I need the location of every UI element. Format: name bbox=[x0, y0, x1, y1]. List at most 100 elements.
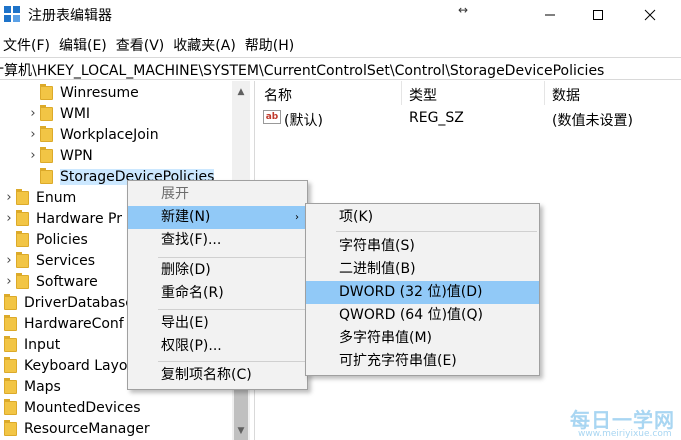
submenu-item-multi-string-value[interactable]: 多字符串值(M) bbox=[306, 327, 539, 350]
context-item-export[interactable]: 导出(E) bbox=[128, 312, 307, 335]
context-item-copy-key-name[interactable]: 复制项名称(C) bbox=[128, 364, 307, 387]
tree-item-label: Keyboard Layo bbox=[24, 357, 128, 374]
watermark-url: www.meiriyixue.com bbox=[578, 429, 672, 439]
context-item-delete[interactable]: 删除(D) bbox=[128, 259, 307, 282]
submenu-item-dword-value[interactable]: DWORD (32 位)值(D) bbox=[306, 281, 539, 304]
context-item-expand[interactable]: 展开 bbox=[128, 183, 307, 206]
context-item-rename[interactable]: 重命名(R) bbox=[128, 282, 307, 305]
regedit-app-icon bbox=[4, 6, 20, 22]
chevron-right-icon[interactable]: › bbox=[26, 148, 40, 163]
string-value-icon: ab bbox=[263, 110, 281, 124]
tree-item-enum[interactable]: › Enum bbox=[2, 187, 76, 208]
folder-icon bbox=[4, 314, 17, 331]
menu-edit[interactable]: 编辑(E) bbox=[56, 32, 113, 56]
folder-icon bbox=[16, 251, 29, 268]
new-submenu: 项(K) 字符串值(S) 二进制值(B) DWORD (32 位)值(D) QW… bbox=[305, 203, 540, 376]
tree-item-label: Input bbox=[24, 336, 61, 353]
folder-icon bbox=[40, 167, 53, 184]
tree-item-label: WMI bbox=[60, 105, 91, 122]
menu-help[interactable]: 帮助(H) bbox=[242, 32, 300, 56]
folder-icon bbox=[4, 377, 17, 394]
folder-icon bbox=[40, 83, 53, 100]
menu-separator bbox=[336, 231, 537, 232]
chevron-right-icon[interactable]: › bbox=[2, 253, 16, 268]
tree-item-maps[interactable]: Maps bbox=[0, 376, 61, 397]
tree-item-label: ResourceManager bbox=[24, 420, 150, 437]
column-divider[interactable] bbox=[401, 81, 402, 105]
submenu-item-key[interactable]: 项(K) bbox=[306, 206, 539, 229]
folder-icon bbox=[16, 188, 29, 205]
tree-item-label: WPN bbox=[60, 147, 93, 164]
site-watermark: 每日一学网 www.meiriyixue.com bbox=[570, 404, 678, 439]
menu-separator bbox=[158, 361, 305, 362]
tree-item-label: Enum bbox=[36, 189, 77, 206]
tree-item-label: Winresume bbox=[60, 84, 139, 101]
title-bar: 注册表编辑器 ↔ bbox=[0, 0, 681, 30]
column-header-data[interactable]: 数据 bbox=[552, 85, 580, 105]
folder-icon bbox=[4, 398, 17, 415]
close-icon bbox=[644, 9, 656, 21]
address-bar[interactable]: 计算机\HKEY_LOCAL_MACHINE\SYSTEM\CurrentCon… bbox=[0, 57, 681, 80]
chevron-right-icon[interactable]: › bbox=[2, 190, 16, 205]
tree-item-wpn[interactable]: › WPN bbox=[26, 145, 93, 166]
tree-item-services[interactable]: › Services bbox=[2, 250, 95, 271]
chevron-right-icon[interactable]: › bbox=[26, 127, 40, 142]
tree-item-label: Software bbox=[36, 273, 98, 290]
folder-icon bbox=[16, 230, 29, 247]
tree-item-driverdatabase[interactable]: DriverDatabase bbox=[0, 292, 134, 313]
tree-item-policies[interactable]: Policies bbox=[2, 229, 88, 250]
menu-file[interactable]: 文件(F) bbox=[0, 32, 56, 56]
tree-item-input[interactable]: Input bbox=[0, 334, 60, 355]
submenu-item-binary-value[interactable]: 二进制值(B) bbox=[306, 258, 539, 281]
submenu-item-qword-value[interactable]: QWORD (64 位)值(Q) bbox=[306, 304, 539, 327]
tree-item-wmi[interactable]: › WMI bbox=[26, 103, 90, 124]
column-header-name[interactable]: 名称 bbox=[264, 85, 292, 105]
column-divider[interactable] bbox=[544, 81, 545, 105]
tree-item-winresume[interactable]: Winresume bbox=[26, 82, 139, 103]
address-path: 计算机\HKEY_LOCAL_MACHINE\SYSTEM\CurrentCon… bbox=[0, 63, 605, 79]
menu-separator bbox=[158, 257, 305, 258]
minimize-button[interactable] bbox=[527, 0, 573, 30]
window-title: 注册表编辑器 bbox=[28, 8, 112, 24]
submenu-arrow-icon: › bbox=[295, 212, 299, 223]
folder-icon bbox=[16, 209, 29, 226]
tree-item-label: Services bbox=[36, 252, 96, 269]
menu-view[interactable]: 查看(V) bbox=[113, 32, 171, 56]
value-row[interactable]: ab (默认) REG_SZ (数值未设置) bbox=[256, 107, 681, 129]
value-data: (数值未设置) bbox=[552, 113, 633, 129]
tree-item-label: WorkplaceJoin bbox=[60, 126, 159, 143]
tree-item-hardware-profiles[interactable]: › Hardware Pr bbox=[2, 208, 122, 229]
context-item-find[interactable]: 查找(F)... bbox=[128, 229, 307, 252]
maximize-icon bbox=[593, 10, 603, 20]
folder-icon bbox=[40, 125, 53, 142]
tree-item-resourcemanager[interactable]: ResourceManager bbox=[0, 418, 150, 439]
folder-icon bbox=[16, 272, 29, 289]
folder-icon bbox=[40, 146, 53, 163]
folder-icon bbox=[4, 335, 17, 352]
submenu-item-expandable-string-value[interactable]: 可扩充字符串值(E) bbox=[306, 350, 539, 373]
folder-icon bbox=[40, 104, 53, 121]
minimize-icon bbox=[545, 14, 555, 16]
menu-favorites[interactable]: 收藏夹(A) bbox=[170, 32, 242, 56]
resize-cursor-icon: ↔ bbox=[458, 3, 469, 17]
tree-item-software[interactable]: › Software bbox=[2, 271, 98, 292]
column-header-type[interactable]: 类型 bbox=[409, 85, 437, 105]
tree-item-mounteddevices[interactable]: MountedDevices bbox=[0, 397, 141, 418]
context-item-new[interactable]: 新建(N) › bbox=[128, 206, 307, 229]
maximize-button[interactable] bbox=[575, 0, 621, 30]
scroll-down-arrow-icon[interactable]: ▼ bbox=[232, 422, 250, 440]
tree-item-label: Policies bbox=[36, 231, 88, 248]
menu-separator bbox=[158, 309, 305, 310]
scroll-up-arrow-icon[interactable]: ▲ bbox=[232, 83, 250, 101]
close-button[interactable] bbox=[627, 0, 673, 30]
context-menu: 展开 新建(N) › 查找(F)... 删除(D) 重命名(R) 导出(E) 权… bbox=[127, 180, 308, 390]
context-item-permissions[interactable]: 权限(P)... bbox=[128, 335, 307, 358]
chevron-right-icon[interactable]: › bbox=[2, 211, 16, 226]
tree-item-keyboard-layout[interactable]: Keyboard Layo bbox=[0, 355, 128, 376]
chevron-right-icon[interactable]: › bbox=[26, 106, 40, 121]
chevron-right-icon[interactable]: › bbox=[2, 274, 16, 289]
folder-icon bbox=[4, 419, 17, 436]
tree-item-hardwareconfig[interactable]: HardwareConf bbox=[0, 313, 124, 334]
tree-item-workplacejoin[interactable]: › WorkplaceJoin bbox=[26, 124, 159, 145]
submenu-item-string-value[interactable]: 字符串值(S) bbox=[306, 235, 539, 258]
